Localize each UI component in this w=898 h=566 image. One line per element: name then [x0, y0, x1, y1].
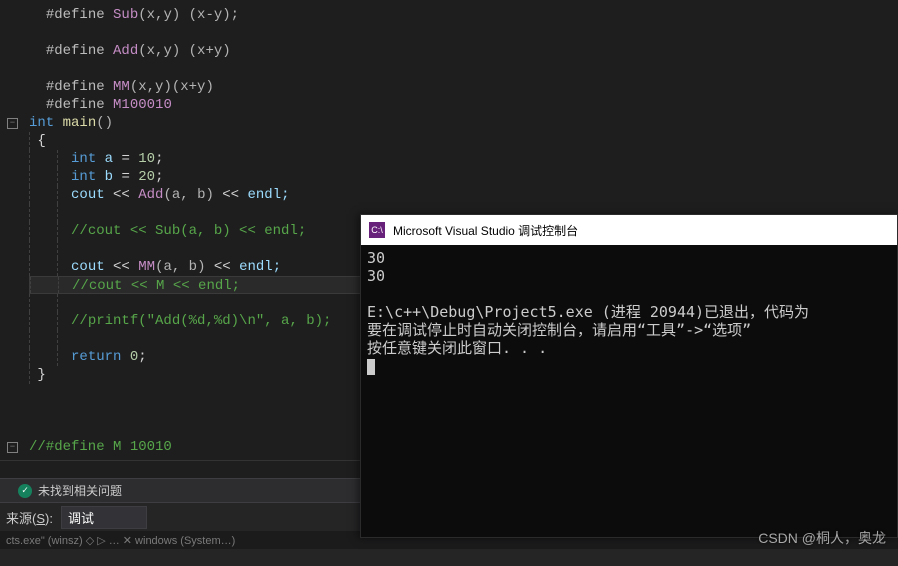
comment-line: //cout << M << endl; — [72, 278, 240, 294]
console-output: 30 30 E:\c++\Debug\Project5.exe (进程 2094… — [361, 245, 897, 379]
check-icon: ✓ — [18, 484, 32, 498]
console-title-text: Microsoft Visual Studio 调试控制台 — [393, 222, 578, 239]
macro-name: M100010 — [113, 97, 172, 113]
console-titlebar[interactable]: C:\ Microsoft Visual Studio 调试控制台 — [361, 215, 897, 245]
fold-icon[interactable]: − — [0, 114, 25, 132]
console-cursor — [367, 359, 375, 375]
editor-gutter: − − — [0, 0, 25, 480]
preproc-define: #define — [46, 79, 113, 95]
preproc-define: #define — [46, 7, 113, 23]
keyword-int: int — [29, 115, 54, 131]
macro-body: (x,y) (x-y); — [138, 7, 239, 23]
source-label: 来源(S): — [6, 508, 53, 527]
source-select[interactable]: 调试 — [61, 506, 147, 529]
macro-body: (x,y) (x+y) — [138, 43, 230, 59]
vs-icon: C:\ — [369, 222, 385, 238]
comment-line: //cout << Sub(a, b) << endl; — [71, 223, 306, 239]
preproc-define: #define — [46, 97, 113, 113]
fold-icon[interactable]: − — [0, 438, 25, 456]
comment-line: //#define M 10010 — [29, 439, 172, 455]
macro-name: Add — [113, 43, 138, 59]
preproc-define: #define — [46, 43, 113, 59]
macro-name: MM — [113, 79, 130, 95]
watermark-text: CSDN @桐人，奥龙 — [758, 528, 886, 548]
debug-console-window[interactable]: C:\ Microsoft Visual Studio 调试控制台 30 30 … — [360, 214, 898, 538]
function-main: main — [54, 115, 96, 131]
macro-body: (x,y)(x+y) — [130, 79, 214, 95]
macro-name: Sub — [113, 7, 138, 23]
status-text: 未找到相关问题 — [38, 482, 122, 499]
comment-line: //printf("Add(%d,%d)\n", a, b); — [71, 313, 331, 329]
